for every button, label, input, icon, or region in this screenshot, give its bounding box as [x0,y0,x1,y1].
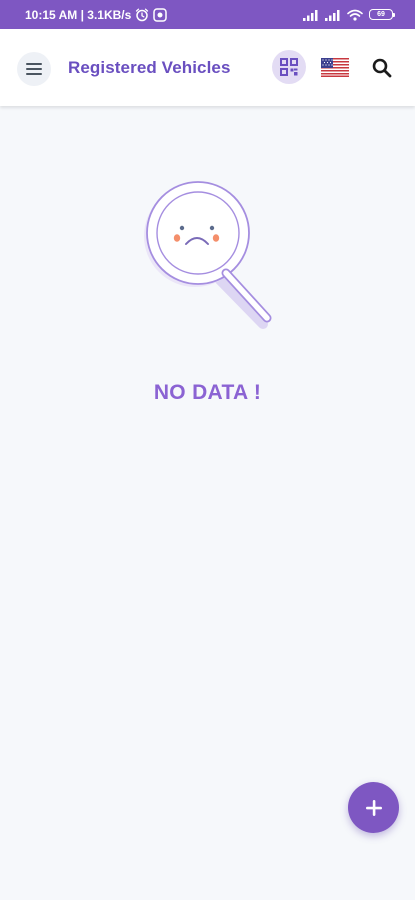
qr-scan-button[interactable] [272,50,306,84]
status-right: 69 [303,9,395,21]
status-bar: 10:15 AM | 3.1KB/s 69 [0,0,415,29]
sad-magnifier-icon [144,181,272,329]
app-bar: Registered Vehicles [0,29,415,106]
empty-state-message: NO DATA ! [153,381,262,404]
battery-icon: 69 [369,9,395,20]
empty-state-illustration [135,178,280,338]
add-vehicle-button[interactable] [348,782,399,833]
menu-button[interactable] [17,52,51,86]
alarm-icon [136,8,149,21]
signal-icon [303,9,318,21]
hamburger-menu-icon [26,63,42,75]
language-flag-button[interactable] [321,58,349,77]
signal-icon-2 [325,9,340,21]
screen-record-icon [153,7,168,22]
status-time: 10:15 AM | 3.1KB/s [25,7,132,22]
battery-level: 69 [377,11,385,18]
search-button[interactable] [371,57,393,79]
page-title: Registered Vehicles [68,58,231,77]
search-icon [372,58,392,78]
us-flag-icon [321,58,349,77]
status-left: 10:15 AM | 3.1KB/s [25,7,168,22]
qr-code-icon [280,58,298,76]
plus-icon [365,799,382,816]
wifi-icon [347,9,363,21]
